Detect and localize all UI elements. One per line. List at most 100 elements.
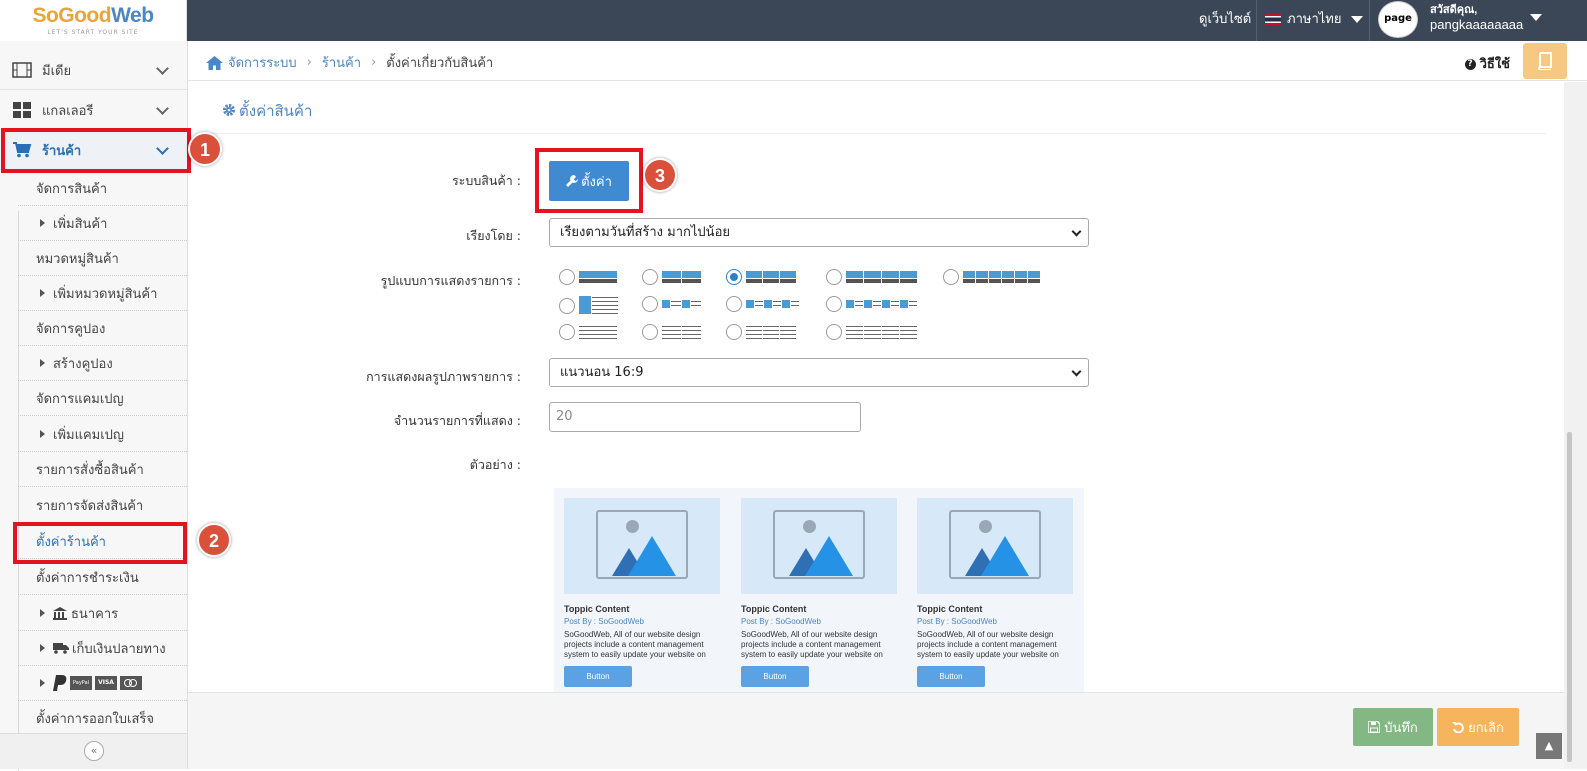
home-icon[interactable] bbox=[206, 55, 223, 70]
sidebar-subitem-payment-settings[interactable]: ตั้งค่าการชำระเงิน bbox=[18, 560, 187, 595]
card-description: SoGoodWeb, All of our website design pro… bbox=[917, 630, 1059, 659]
layout-option-3col-list[interactable] bbox=[726, 296, 799, 312]
radio[interactable] bbox=[726, 324, 742, 340]
layout-icon-col bbox=[989, 271, 1001, 283]
radio[interactable] bbox=[642, 296, 658, 312]
layout-icon-col bbox=[1015, 271, 1027, 283]
layout-option-4col-text[interactable] bbox=[826, 324, 917, 340]
collapse-sidebar-button[interactable]: « bbox=[84, 741, 104, 761]
radio[interactable] bbox=[726, 296, 742, 312]
sidebar-subitem-shipping[interactable]: รายการจัดส่งสินค้า bbox=[18, 488, 187, 523]
layout-icon-line bbox=[682, 337, 701, 339]
sidebar-subitem-bank[interactable]: ธนาคาร bbox=[18, 596, 187, 631]
layout-option-4col-list[interactable] bbox=[826, 296, 917, 312]
layout-icon-block bbox=[763, 271, 779, 278]
layout-icon-line bbox=[746, 325, 762, 327]
layout-option-1col-block[interactable] bbox=[559, 269, 617, 285]
sidebar-subitem-add-campaign[interactable]: เพิ่มแคมเปญ bbox=[18, 417, 187, 452]
page-scrollbar[interactable] bbox=[1564, 82, 1587, 769]
sidebar-subitem-campaigns[interactable]: จัดการแคมเปญ bbox=[18, 381, 187, 416]
user-caret-down-icon[interactable] bbox=[1530, 14, 1542, 21]
breadcrumb-home[interactable]: จัดการระบบ bbox=[228, 52, 297, 73]
sidebar-subitem-orders[interactable]: รายการสั่งซื้อสินค้า bbox=[18, 452, 187, 487]
layout-option-6col-block[interactable] bbox=[943, 269, 1040, 285]
layout-icon-text bbox=[900, 279, 917, 283]
items-count-label: จำนวนรายการที่แสดง : bbox=[393, 413, 521, 428]
sidebar-subitem-label: เพิ่มหมวดหมู่สินค้า bbox=[53, 286, 158, 302]
card-title: Toppic Content bbox=[917, 604, 983, 614]
layout-icon-text bbox=[846, 279, 863, 283]
caret-right-icon bbox=[40, 359, 45, 367]
radio[interactable] bbox=[642, 324, 658, 340]
layout-icon-text bbox=[579, 279, 617, 283]
radio[interactable] bbox=[559, 324, 575, 340]
layout-icon-line bbox=[891, 301, 899, 302]
avatar[interactable]: page bbox=[1378, 1, 1418, 38]
radio[interactable] bbox=[559, 269, 575, 285]
layout-icon-line bbox=[780, 337, 796, 339]
save-label: บันทึก bbox=[1384, 720, 1418, 736]
layout-option-2col-text[interactable] bbox=[642, 324, 701, 340]
user-menu[interactable]: สวัสดีคุณ, pangkaaaaaaaa bbox=[1430, 3, 1523, 33]
layout-icon-line bbox=[846, 337, 863, 339]
sidebar-item-media[interactable]: มีเดีย bbox=[0, 51, 187, 90]
sidebar-item-gallery[interactable]: แกลเลอรี bbox=[0, 91, 187, 130]
layout-icon-text bbox=[763, 279, 779, 283]
sidebar-subitem-add-product[interactable]: เพิ่มสินค้า bbox=[18, 206, 187, 241]
radio[interactable] bbox=[826, 296, 842, 312]
image-display-select[interactable]: แนวนอน 16:9 bbox=[549, 358, 1089, 387]
layout-icon-col bbox=[891, 300, 899, 308]
view-site-link[interactable]: ดูเว็บไซต์ bbox=[1199, 0, 1251, 41]
main-content: ตั้งค่าสินค้า ระบบสินค้า : ตั้งค่า เรียง… bbox=[188, 82, 1564, 694]
layout-option-3col-block[interactable] bbox=[726, 269, 796, 285]
sidebar-subitem-categories[interactable]: หมวดหมู่สินค้า bbox=[18, 241, 187, 276]
radio[interactable] bbox=[642, 269, 658, 285]
sidebar-subitem-card-payments[interactable]: PayPal VISA bbox=[18, 666, 187, 701]
layout-icon-line bbox=[855, 301, 863, 302]
sort-select-value: เรียงตามวันที่สร้าง มากไปน้อย bbox=[560, 225, 730, 240]
items-count-input[interactable]: 20 bbox=[549, 402, 861, 432]
radio[interactable] bbox=[559, 297, 575, 314]
layout-icon-block bbox=[846, 271, 863, 278]
preview-label: ตัวอย่าง : bbox=[469, 457, 521, 472]
layout-icon-block bbox=[579, 271, 617, 278]
language-dropdown[interactable]: ภาษาไทย bbox=[1265, 0, 1364, 41]
radio[interactable] bbox=[943, 269, 959, 285]
layout-option-1col-list[interactable] bbox=[559, 296, 618, 315]
layout-icon-col bbox=[1002, 271, 1014, 283]
layout-option-2col-block[interactable] bbox=[642, 269, 701, 285]
help-link[interactable]: ? วิธีใช้ bbox=[1464, 53, 1510, 74]
question-icon: ? bbox=[1464, 59, 1476, 70]
sidebar-subitem-label: ธนาคาร bbox=[71, 606, 119, 622]
card-author: Post By : SoGoodWeb bbox=[741, 617, 821, 626]
layout-icon-col bbox=[882, 325, 899, 340]
save-button[interactable]: บันทึก bbox=[1353, 708, 1433, 746]
radio-selected[interactable] bbox=[726, 269, 742, 285]
layout-option-1col-text[interactable] bbox=[559, 324, 617, 340]
layout-option-3col-text[interactable] bbox=[726, 324, 796, 340]
layout-list-2col-icon bbox=[662, 300, 701, 308]
layout-icon-block bbox=[864, 300, 872, 308]
sort-select[interactable]: เรียงตามวันที่สร้าง มากไปน้อย bbox=[549, 218, 1089, 247]
sidebar-subitem-coupons[interactable]: จัดการคูปอง bbox=[18, 311, 187, 346]
radio[interactable] bbox=[826, 269, 842, 285]
scrollbar-thumb[interactable] bbox=[1567, 432, 1572, 762]
layout-option-2col-list[interactable] bbox=[642, 296, 701, 312]
sidebar-subitem-create-coupon[interactable]: สร้างคูปอง bbox=[18, 346, 187, 381]
cancel-button[interactable]: ยกเลิก bbox=[1437, 708, 1519, 746]
layout-icon-line bbox=[855, 305, 863, 306]
sidebar-subitem-cod[interactable]: เก็บเงินปลายทาง bbox=[18, 631, 187, 666]
sidebar-subitem-receipt-settings[interactable]: ตั้งค่าการออกใบเสร็จ bbox=[18, 701, 187, 736]
layout-icon-line bbox=[592, 313, 618, 314]
sidebar-subitem-manage-products[interactable]: จัดการสินค้า bbox=[18, 171, 187, 206]
layout-icon-line bbox=[579, 329, 617, 331]
radio[interactable] bbox=[826, 324, 842, 340]
sidebar-subitem-add-category[interactable]: เพิ่มหมวดหมู่สินค้า bbox=[18, 276, 187, 311]
site-logo[interactable]: SoGoodWeb LET'S START YOUR SITE bbox=[0, 0, 187, 41]
notes-button[interactable] bbox=[1523, 43, 1567, 79]
breadcrumb-shop[interactable]: ร้านค้า bbox=[322, 52, 361, 73]
image-sun bbox=[803, 520, 816, 533]
scroll-to-top-button[interactable]: ▲ bbox=[1536, 733, 1562, 759]
layout-option-4col-block[interactable] bbox=[826, 269, 917, 285]
layout-icon-block bbox=[782, 300, 790, 308]
